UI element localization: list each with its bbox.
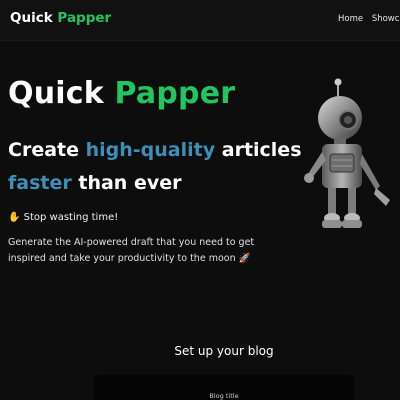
page: Quick Papper Home Showcase Quick Papper … xyxy=(0,0,400,400)
subtitle-high-quality: high-quality xyxy=(85,139,216,161)
subtitle-articles: articles xyxy=(221,139,302,161)
nav-links: Home Showcase xyxy=(338,14,400,24)
blog-title-label: Blog title xyxy=(209,392,239,400)
nav-link-showcase[interactable]: Showcase xyxy=(372,14,400,24)
brand-second: Papper xyxy=(57,10,112,26)
stop-wasting-text: ✋ Stop wasting time! xyxy=(8,212,119,223)
subtitle-than-ever: than ever xyxy=(78,172,182,194)
nav-link-home[interactable]: Home xyxy=(338,14,363,24)
setup-section-title: Set up your blog xyxy=(174,344,274,358)
hero-subtitle-line-1: Create high-quality articles xyxy=(8,139,302,161)
subtitle-create: Create xyxy=(8,139,79,161)
brand-logo[interactable]: Quick Papper xyxy=(10,10,111,26)
hero-subtitle-line-2: faster than ever xyxy=(8,172,181,194)
hero-description: Generate the AI-powered draft that you n… xyxy=(8,237,255,264)
navbar: Quick Papper Home Showcase xyxy=(0,0,400,41)
hero-title-second: Papper xyxy=(114,76,236,111)
hero-title-first: Quick xyxy=(8,76,104,111)
robot-icon xyxy=(304,78,390,228)
blog-setup-form: Blog title xyxy=(94,375,354,400)
brand-first: Quick xyxy=(10,10,53,26)
subtitle-faster: faster xyxy=(8,172,72,194)
hero-title: Quick Papper xyxy=(8,76,235,111)
